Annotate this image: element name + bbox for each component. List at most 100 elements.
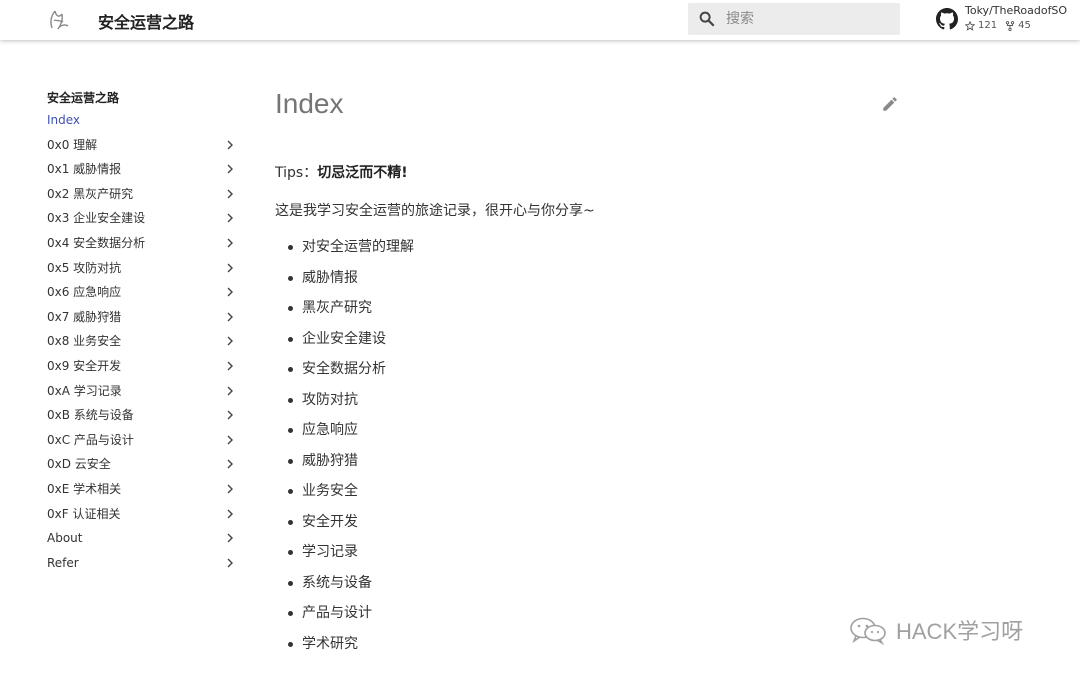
- sidebar-item[interactable]: About: [47, 528, 242, 553]
- fork-count-value: 45: [1018, 20, 1031, 31]
- sidebar-item-label: 0x8 业务安全: [47, 334, 122, 349]
- chevron-right-icon[interactable]: [225, 263, 235, 273]
- chevron-right-icon[interactable]: [225, 361, 235, 371]
- toc-item[interactable]: 学术研究: [275, 634, 414, 665]
- sidebar-item-label: 0x2 黑灰产研究: [47, 186, 134, 201]
- top-header: 安全运营之路 Toky/TheRoadofSO 121 45: [0, 0, 1080, 40]
- sidebar-item-label: 0xF 认证相关: [47, 506, 121, 521]
- sidebar-item[interactable]: 0xC 产品与设计: [47, 430, 242, 455]
- sidebar-item-label: 0x9 安全开发: [47, 358, 122, 373]
- chevron-right-icon[interactable]: [225, 189, 235, 199]
- chevron-right-icon[interactable]: [225, 558, 235, 568]
- sidebar-item[interactable]: Refer: [47, 553, 242, 578]
- tips-text: Tips：切忌泛而不精!: [275, 162, 408, 182]
- sidebar-item-label: 0xC 产品与设计: [47, 432, 134, 447]
- toc-item[interactable]: 攻防对抗: [275, 390, 414, 421]
- sidebar-nav: 安全运营之路 Index 0x0 理解 0x1 威胁情报 0x2 黑灰产研究 0x3 企…: [47, 88, 242, 577]
- fork-count: 45: [1005, 20, 1031, 31]
- sidebar-item-label: 0x6 应急响应: [47, 285, 122, 300]
- repo-stats: 121 45: [965, 20, 1039, 31]
- sidebar-item-label: 0x4 安全数据分析: [47, 235, 146, 250]
- sidebar-item[interactable]: 0x7 威胁狩猎: [47, 307, 242, 332]
- star-count-value: 121: [978, 20, 998, 31]
- search-icon[interactable]: [698, 10, 716, 28]
- sidebar-item[interactable]: 0x8 业务安全: [47, 331, 242, 356]
- search-input[interactable]: [726, 7, 892, 31]
- toc-item[interactable]: 系统与设备: [275, 573, 414, 604]
- repo-name: Toky/TheRoadofSO: [965, 4, 1068, 17]
- search-box[interactable]: [688, 3, 900, 35]
- toc-item[interactable]: 威胁情报: [275, 268, 414, 299]
- sidebar-item[interactable]: 0x0 理解: [47, 135, 242, 160]
- sidebar-item[interactable]: 0xF 认证相关: [47, 504, 242, 529]
- sidebar-item-label: Index: [47, 113, 81, 127]
- sidebar-title: 安全运营之路: [47, 91, 120, 105]
- sidebar-item-label: 0xE 学术相关: [47, 481, 122, 496]
- sidebar-item-label: 0xA 学习记录: [47, 383, 122, 398]
- sidebar-item[interactable]: 0xA 学习记录: [47, 381, 242, 406]
- site-title[interactable]: 安全运营之路: [98, 9, 194, 33]
- sidebar-item-label: 0x3 企业安全建设: [47, 211, 146, 226]
- sidebar-item[interactable]: 0xD 云安全: [47, 454, 242, 479]
- chevron-right-icon[interactable]: [225, 213, 235, 223]
- sidebar-item-label: 0xD 云安全: [47, 457, 111, 472]
- toc-item[interactable]: 安全开发: [275, 512, 414, 543]
- chevron-right-icon[interactable]: [225, 336, 235, 346]
- sidebar-item[interactable]: 0x4 安全数据分析: [47, 233, 242, 258]
- sidebar-item[interactable]: 0x6 应急响应: [47, 282, 242, 307]
- watermark-text: HACK学习呀: [896, 619, 1024, 644]
- sidebar-item-label: 0x0 理解: [47, 137, 98, 152]
- toc-list: 对安全运营的理解 威胁情报 黑灰产研究 企业安全建设 安全数据分析 攻防对抗 应急响应 威胁狩…: [275, 237, 414, 664]
- sidebar-list: Index 0x0 理解 0x1 威胁情报 0x2 黑灰产研究 0x3 企业安全建设 0x…: [47, 110, 242, 577]
- chevron-right-icon[interactable]: [225, 459, 235, 469]
- toc-item[interactable]: 应急响应: [275, 420, 414, 451]
- watermark: HACK学习呀: [848, 614, 1023, 646]
- chevron-right-icon[interactable]: [225, 140, 235, 150]
- sidebar-item-label: Refer: [47, 555, 79, 570]
- toc-item[interactable]: 黑灰产研究: [275, 298, 414, 329]
- chevron-right-icon[interactable]: [225, 509, 235, 519]
- tips-emphasis: 切忌泛而不精!: [317, 165, 408, 181]
- toc-item[interactable]: 产品与设计: [275, 603, 414, 634]
- fork-icon: [1005, 20, 1015, 31]
- toc-item[interactable]: 威胁狩猎: [275, 451, 414, 482]
- logo-icon[interactable]: [46, 8, 72, 32]
- toc-item[interactable]: 企业安全建设: [275, 329, 414, 360]
- sidebar-item[interactable]: 0x3 企业安全建设: [47, 208, 242, 233]
- sidebar-item[interactable]: 0x9 安全开发: [47, 356, 242, 381]
- toc-item[interactable]: 安全数据分析: [275, 359, 414, 390]
- sidebar-item[interactable]: 0xE 学术相关: [47, 479, 242, 504]
- sidebar-item-label: 0x5 攻防对抗: [47, 260, 122, 275]
- sidebar-item[interactable]: 0x1 威胁情报: [47, 159, 242, 184]
- chevron-right-icon[interactable]: [225, 435, 235, 445]
- chevron-right-icon[interactable]: [225, 238, 235, 248]
- chevron-right-icon[interactable]: [225, 386, 235, 396]
- sidebar-item[interactable]: 0xB 系统与设备: [47, 405, 242, 430]
- toc-item[interactable]: 学习记录: [275, 542, 414, 573]
- main-content: Index Tips：切忌泛而不精! 这是我学习安全运营的旅途记录，很开心与你分…: [275, 84, 905, 652]
- wechat-icon: [850, 617, 886, 645]
- toc-item[interactable]: 业务安全: [275, 481, 414, 512]
- sidebar-item[interactable]: 0x5 攻防对抗: [47, 258, 242, 283]
- star-count: 121: [965, 20, 997, 31]
- chevron-right-icon[interactable]: [225, 410, 235, 420]
- edit-icon[interactable]: [881, 95, 899, 113]
- sidebar-item-label: 0x1 威胁情报: [47, 162, 122, 177]
- star-icon: [965, 20, 975, 31]
- intro-text: 这是我学习安全运营的旅途记录，很开心与你分享~: [275, 203, 595, 219]
- chevron-right-icon[interactable]: [225, 164, 235, 174]
- sidebar-item[interactable]: Index: [47, 110, 242, 135]
- chevron-right-icon[interactable]: [225, 312, 235, 322]
- sidebar-item-label: About: [47, 531, 83, 546]
- sidebar-item-label: 0x7 威胁狩猎: [47, 309, 122, 324]
- chevron-right-icon[interactable]: [225, 484, 235, 494]
- chevron-right-icon[interactable]: [225, 287, 235, 297]
- sidebar-item-label: 0xB 系统与设备: [47, 408, 134, 423]
- page-title: Index: [275, 88, 344, 119]
- github-icon: [936, 8, 958, 30]
- toc-item[interactable]: 对安全运营的理解: [275, 237, 414, 268]
- tips-prefix: Tips：: [275, 165, 318, 181]
- sidebar-item[interactable]: 0x2 黑灰产研究: [47, 184, 242, 209]
- chevron-right-icon[interactable]: [225, 533, 235, 543]
- repo-link[interactable]: Toky/TheRoadofSO 121 45: [936, 4, 1076, 36]
